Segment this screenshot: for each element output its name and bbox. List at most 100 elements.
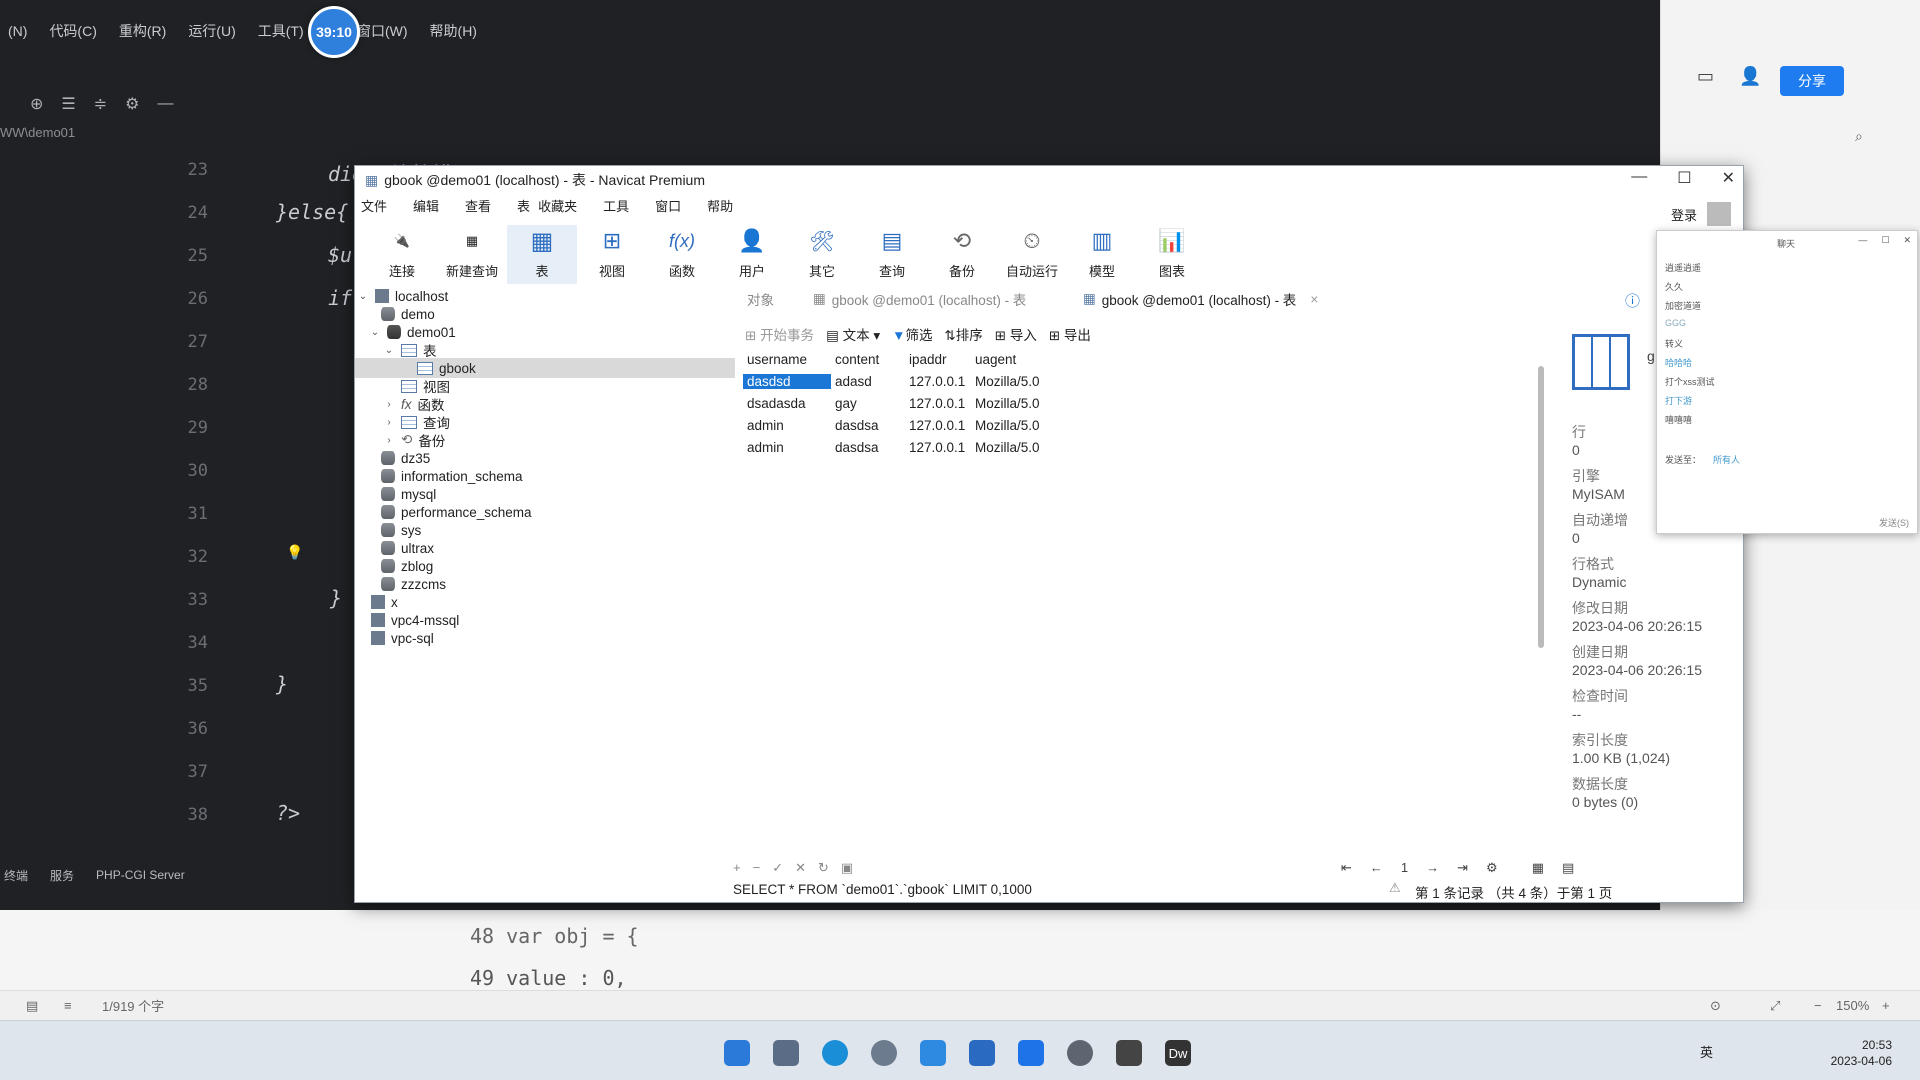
toolbar-other[interactable]: 🛠 其它 bbox=[787, 225, 857, 284]
zoom-in-icon[interactable]: + bbox=[1882, 998, 1890, 1013]
chevron-right-icon[interactable]: › bbox=[383, 399, 395, 410]
tree-item-demo01[interactable]: ⌄ demo01 bbox=[369, 322, 456, 342]
grid-cell[interactable]: adasd bbox=[831, 374, 905, 389]
code-line[interactable]: } bbox=[330, 586, 342, 610]
chevron-down-icon[interactable]: ⌄ bbox=[357, 291, 369, 302]
grid-scrollbar[interactable] bbox=[1538, 366, 1544, 648]
present-icon[interactable]: ▭ bbox=[1697, 66, 1714, 87]
close-icon[interactable]: × bbox=[1310, 292, 1318, 307]
chevron-right-icon[interactable]: › bbox=[383, 417, 395, 428]
toolbar-connect[interactable]: 🔌 连接 bbox=[367, 225, 437, 284]
chevron-right-icon[interactable]: › bbox=[383, 435, 395, 446]
tree-item-db[interactable]: sys bbox=[381, 520, 421, 540]
tab-gbook-2[interactable]: ▦ gbook @demo01 (localhost) - 表 × bbox=[1071, 288, 1341, 310]
sort-button[interactable]: ⇅排序 bbox=[944, 324, 982, 344]
app-icon[interactable] bbox=[920, 1040, 946, 1066]
tab-objects[interactable]: 对象 bbox=[735, 288, 801, 310]
ide-menu-item[interactable]: 工具(T) bbox=[258, 21, 304, 41]
ime-indicator[interactable]: 英 bbox=[1700, 1042, 1713, 1061]
grid-cell[interactable]: Mozilla/5.0 bbox=[971, 440, 1039, 455]
toolbar-table[interactable]: ▦ 表 bbox=[507, 225, 577, 284]
grid-cell[interactable]: dsadasda bbox=[743, 396, 831, 411]
prev-page-icon[interactable]: ← bbox=[1370, 860, 1383, 876]
ide-menu-item[interactable]: 重构(R) bbox=[119, 21, 166, 41]
grid-cell[interactable]: admin bbox=[743, 418, 831, 433]
dreamweaver-icon[interactable]: Dw bbox=[1165, 1040, 1191, 1066]
tree-item-functions[interactable]: › fx 函数 bbox=[383, 394, 444, 414]
column-header[interactable]: content bbox=[831, 352, 905, 367]
code-line[interactable]: $u bbox=[328, 243, 352, 267]
grid-cell[interactable]: 127.0.0.1 bbox=[905, 440, 971, 455]
ide-menu-item[interactable]: 代码(C) bbox=[49, 21, 96, 41]
text-button[interactable]: ▤ 文本 ▾ bbox=[826, 324, 880, 344]
grid-cell[interactable]: 127.0.0.1 bbox=[905, 418, 971, 433]
menu-file[interactable]: 文件 bbox=[361, 196, 387, 215]
ide-menu-item[interactable]: 窗口(W) bbox=[357, 21, 408, 41]
grid-cell[interactable]: 127.0.0.1 bbox=[905, 396, 971, 411]
close-button[interactable]: ✕ bbox=[1722, 168, 1735, 188]
maximize-button[interactable]: ☐ bbox=[1677, 168, 1691, 188]
tree-item-queries[interactable]: › 查询 bbox=[383, 412, 450, 432]
tree-item-connection[interactable]: vpc4-mssql bbox=[371, 610, 459, 630]
tree-item-db[interactable]: dz35 bbox=[381, 448, 430, 468]
tree-item-localhost[interactable]: ⌄ localhost bbox=[357, 286, 449, 306]
tree-item-connection[interactable]: x bbox=[371, 592, 398, 612]
toolbar-view[interactable]: ⊞ 视图 bbox=[577, 225, 647, 284]
tree-item-views[interactable]: 视图 bbox=[401, 376, 450, 396]
toolbar-function[interactable]: f(x) 函数 bbox=[647, 225, 717, 284]
tree-item-db[interactable]: mysql bbox=[381, 484, 436, 504]
expand-icon[interactable]: ☰ bbox=[61, 94, 75, 114]
ide-menu-item[interactable]: 运行(U) bbox=[188, 21, 235, 41]
column-header[interactable]: ipaddr bbox=[905, 352, 971, 367]
recipient-select[interactable]: 所有人 bbox=[1713, 453, 1740, 466]
layout-icon[interactable]: ≡ bbox=[64, 998, 72, 1013]
menu-tools[interactable]: 工具 bbox=[603, 196, 629, 215]
ide-menu-item[interactable]: (N) bbox=[8, 23, 27, 39]
grid-view-icon[interactable]: ▦ bbox=[1532, 860, 1544, 876]
stop-icon[interactable]: ▣ bbox=[841, 860, 853, 876]
minimize-button[interactable]: — bbox=[1858, 235, 1867, 246]
send-button[interactable]: 发送(S) bbox=[1879, 516, 1909, 529]
grid-cell[interactable]: Mozilla/5.0 bbox=[971, 374, 1039, 389]
export-button[interactable]: ⊞ 导出 bbox=[1049, 324, 1091, 344]
grid-cell[interactable]: 127.0.0.1 bbox=[905, 374, 971, 389]
menu-edit[interactable]: 编辑 bbox=[413, 196, 439, 215]
table-row[interactable]: dasdsd adasd 127.0.0.1 Mozilla/5.0 bbox=[743, 370, 1039, 392]
file-explorer-icon[interactable] bbox=[773, 1040, 799, 1066]
gear-icon[interactable]: ⚙ bbox=[1486, 860, 1498, 876]
app-icon[interactable] bbox=[969, 1040, 995, 1066]
toolbar-user[interactable]: 👤 用户 bbox=[717, 225, 787, 284]
refresh-icon[interactable]: ↻ bbox=[818, 860, 829, 876]
tree-item-db[interactable]: zzzcms bbox=[381, 574, 446, 594]
tree-item-db[interactable]: performance_schema bbox=[381, 502, 532, 522]
system-clock[interactable]: 20:53 2023-04-06 bbox=[1831, 1037, 1892, 1069]
discard-icon[interactable]: ✕ bbox=[795, 860, 806, 876]
menu-favorites[interactable]: 收藏夹 bbox=[538, 196, 577, 215]
form-view-icon[interactable]: ▤ bbox=[1562, 860, 1574, 876]
navicat-icon[interactable] bbox=[1067, 1040, 1093, 1066]
terminal-tab[interactable]: 终端 bbox=[4, 867, 28, 884]
menu-view[interactable]: 查看 bbox=[465, 196, 491, 215]
code-line[interactable]: }else{ bbox=[276, 200, 348, 224]
target-icon[interactable]: ⊕ bbox=[30, 94, 43, 114]
close-button[interactable]: ✕ bbox=[1903, 235, 1911, 246]
add-user-icon[interactable]: 👤 bbox=[1739, 66, 1761, 87]
apply-icon[interactable]: ✓ bbox=[772, 860, 783, 876]
menu-window[interactable]: 窗口 bbox=[655, 196, 681, 215]
grid-cell[interactable]: dasdsa bbox=[831, 418, 905, 433]
start-icon[interactable] bbox=[724, 1040, 750, 1066]
chevron-down-icon[interactable]: ⌄ bbox=[383, 345, 395, 356]
toolbar-backup[interactable]: ⟲ 备份 bbox=[927, 225, 997, 284]
grid-cell[interactable]: admin bbox=[743, 440, 831, 455]
tab-gbook-1[interactable]: ▦ gbook @demo01 (localhost) - 表 bbox=[801, 288, 1071, 310]
minimize-icon[interactable]: — bbox=[158, 95, 174, 113]
doc-icon[interactable]: ▤ bbox=[26, 998, 38, 1014]
column-header[interactable]: uagent bbox=[971, 352, 1039, 367]
table-row[interactable]: dsadasda gay 127.0.0.1 Mozilla/5.0 bbox=[743, 392, 1039, 414]
toolbar-new-query[interactable]: ▦ 新建查询 bbox=[437, 225, 507, 284]
code-line[interactable]: if bbox=[328, 286, 352, 310]
tree-item-demo[interactable]: demo bbox=[381, 304, 435, 324]
ide-menu-item[interactable]: 帮助(H) bbox=[430, 21, 477, 41]
delete-record-icon[interactable]: − bbox=[753, 860, 761, 876]
bulb-icon[interactable]: 💡 bbox=[286, 544, 303, 561]
